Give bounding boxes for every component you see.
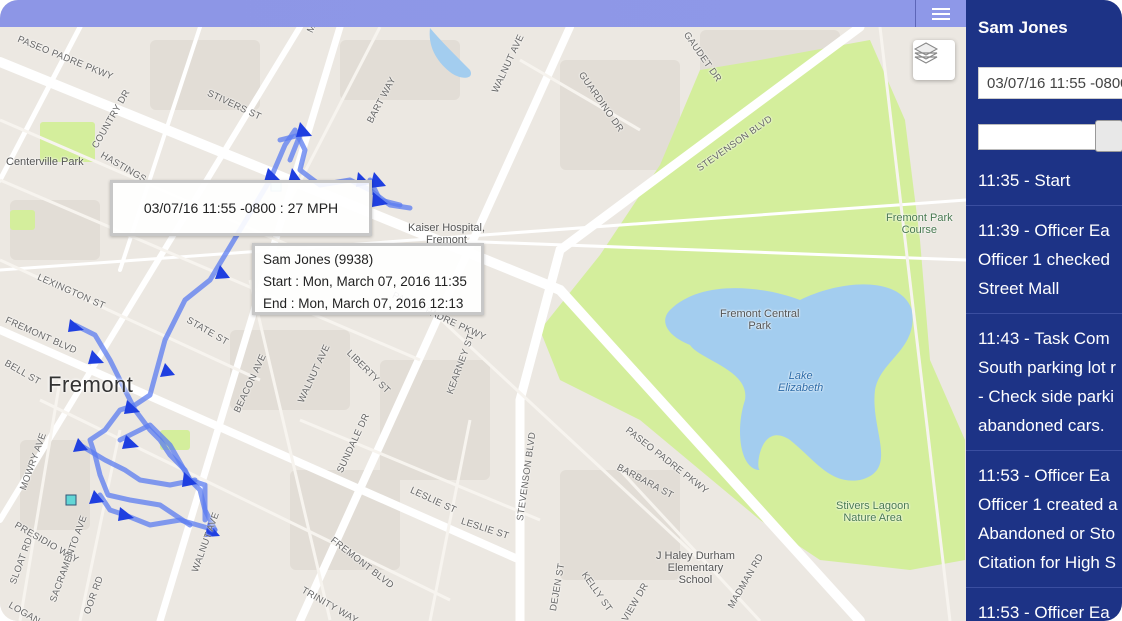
event-text: - Check side parki [978, 387, 1115, 406]
poi-label: School [678, 574, 713, 586]
event-text: 11:53 - Officer Ea [978, 466, 1110, 485]
event-item[interactable]: 11:53 - Officer Ea [978, 598, 1122, 621]
poi-label: Lake [788, 370, 813, 382]
poi-label: Centerville Park [6, 156, 84, 168]
route-start: Start : Mon, March 07, 2016 11:35 [263, 274, 467, 289]
poi-centerville-park: Centerville Park [6, 156, 84, 168]
event-text: Citation for High S [978, 553, 1116, 572]
map-view[interactable]: PASEO PADRE PKWY MOWRY AVE WALNUT AVE GU… [0, 0, 966, 621]
event-list: 11:35 - Start 11:39 - Officer Ea Officer 1… [966, 166, 1122, 621]
time-slider-thumb[interactable] [1095, 120, 1122, 152]
event-divider [966, 313, 1122, 314]
route-end: End : Mon, March 07, 2016 12:13 [263, 296, 464, 311]
hamburger-menu-button[interactable] [915, 0, 966, 27]
event-text: Officer 1 checked [978, 250, 1110, 269]
event-item[interactable]: 11:39 - Officer Ea Officer 1 checked Stree… [978, 216, 1122, 303]
event-text: 11:43 - Task Com [978, 329, 1110, 348]
event-divider [966, 450, 1122, 451]
poi-school: J Haley Durham Elementary School [656, 550, 735, 586]
route-officer-name: Sam Jones (9938) [263, 252, 374, 267]
menu-icon [932, 12, 950, 15]
poi-label: Park [748, 320, 772, 332]
poi-label: Elementary [667, 562, 724, 574]
map-top-bar [0, 0, 966, 27]
poi-label: Nature Area [843, 512, 903, 524]
timeline-panel: Sam Jones 03/07/16 11:55 -0800 11:35 - S… [966, 0, 1122, 621]
poi-label: Kaiser Hospital, [408, 222, 486, 234]
poi-stivers-lagoon: Stivers Lagoon Nature Area [836, 500, 909, 524]
layers-icon [913, 42, 939, 64]
event-divider [966, 205, 1122, 206]
event-divider [966, 587, 1122, 588]
poi-central-park: Fremont Central Park [720, 308, 799, 332]
event-text: Street Mall [978, 279, 1060, 298]
time-slider[interactable] [978, 120, 1122, 152]
poi-lake: Lake Elizabeth [778, 370, 823, 394]
event-text: 11:35 - Start [978, 171, 1071, 190]
poi-label: Fremont Park [886, 212, 953, 224]
event-text: 11:53 - Officer Ea [978, 603, 1110, 621]
poi-label: J Haley Durham [656, 550, 735, 562]
event-item[interactable]: 11:43 - Task Com South parking lot r - Che… [978, 324, 1122, 440]
poi-label: Course [901, 224, 938, 236]
speed-tooltip: 03/07/16 11:55 -0800 : 27 MPH [110, 180, 372, 236]
poi-label: Stivers Lagoon [836, 500, 910, 512]
officer-name: Sam Jones [978, 18, 1068, 37]
poi-fremont-park: Fremont Park Course [886, 212, 953, 236]
date-time-field[interactable]: 03/07/16 11:55 -0800 [978, 67, 1122, 99]
city-label: Fremont [48, 372, 134, 397]
event-item[interactable]: 11:35 - Start [978, 166, 1122, 195]
route-info-tooltip: Sam Jones (9938) Start : Mon, March 07, … [252, 243, 484, 315]
event-text: 11:39 - Officer Ea [978, 221, 1110, 240]
layers-button[interactable] [913, 40, 955, 80]
event-text: Abandoned or Sto [978, 524, 1116, 543]
event-text: South parking lot r [978, 358, 1116, 377]
event-item[interactable]: 11:53 - Officer Ea Officer 1 created a Aba… [978, 461, 1122, 577]
app-frame: PASEO PADRE PKWY MOWRY AVE WALNUT AVE GU… [0, 0, 1122, 621]
poi-label: Elizabeth [778, 382, 824, 394]
event-text: abandoned cars. [978, 416, 1105, 435]
event-text: Officer 1 created a [978, 495, 1118, 514]
poi-label: Fremont Central [720, 308, 800, 320]
